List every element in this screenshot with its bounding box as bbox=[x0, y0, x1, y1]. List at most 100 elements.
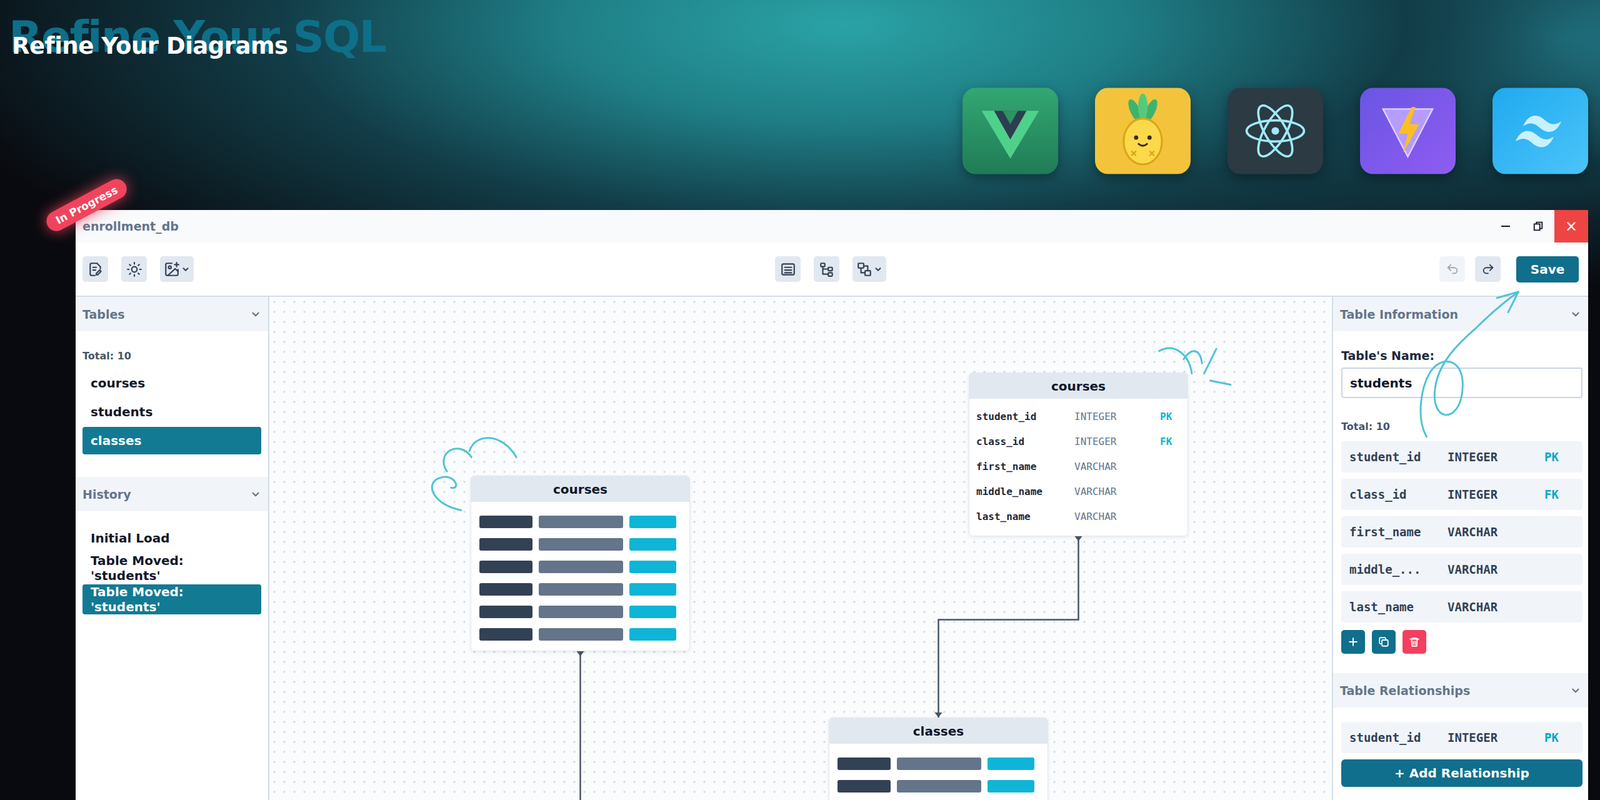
relationship-line[interactable] bbox=[579, 651, 582, 800]
panel-header[interactable]: Table Relationships bbox=[1333, 673, 1589, 708]
table-node[interactable]: courses bbox=[470, 475, 690, 652]
node-column-row: middle_nameVARCHAR bbox=[969, 478, 1188, 504]
table-item[interactable]: classes bbox=[82, 426, 262, 455]
table-item-label: students bbox=[90, 404, 153, 420]
tables-list: Total: 10 courses students classes bbox=[75, 331, 269, 477]
table-item[interactable]: courses bbox=[82, 369, 262, 397]
add-relationship-button[interactable]: + Add Relationship bbox=[1341, 759, 1583, 787]
export-image-button[interactable] bbox=[160, 256, 194, 282]
tailwind-logo-icon bbox=[1492, 87, 1589, 175]
hero-title: Refine Your Diagrams bbox=[11, 32, 289, 60]
column-type: VARCHAR bbox=[1447, 525, 1545, 539]
column-key: PK bbox=[1160, 410, 1188, 423]
table-node[interactable]: coursesstudent_idINTEGERPKclass_idINTEGE… bbox=[968, 372, 1189, 537]
node-title: courses bbox=[553, 481, 608, 497]
placeholder-bar bbox=[479, 515, 533, 529]
column-row[interactable]: first_nameVARCHAR bbox=[1341, 516, 1583, 548]
history-list: Initial LoadTable Moved: 'students'Table… bbox=[75, 511, 269, 629]
restore-button[interactable] bbox=[1521, 210, 1555, 243]
new-script-button[interactable] bbox=[82, 256, 109, 282]
tree-view-button[interactable] bbox=[813, 256, 840, 282]
table-view-button[interactable] bbox=[775, 256, 801, 282]
undo-icon bbox=[1445, 262, 1460, 277]
table-item[interactable]: students bbox=[82, 398, 262, 426]
chevron-down-icon bbox=[873, 265, 883, 274]
column-type: INTEGER bbox=[1074, 435, 1160, 448]
placeholder-row bbox=[837, 752, 1048, 775]
table-node[interactable]: classes bbox=[828, 717, 1049, 800]
save-button[interactable]: Save bbox=[1516, 256, 1579, 283]
column-row[interactable]: last_nameVARCHAR bbox=[1341, 591, 1583, 623]
history-item[interactable]: Initial Load bbox=[82, 524, 262, 552]
placeholder-bar bbox=[837, 757, 891, 770]
placeholder-bar bbox=[987, 780, 1035, 793]
chevron-down-icon bbox=[250, 488, 262, 500]
column-row[interactable]: middle_...VARCHAR bbox=[1341, 553, 1583, 585]
placeholder-bar bbox=[896, 780, 982, 793]
column-row[interactable]: class_idINTEGERFK bbox=[1341, 478, 1583, 510]
toolbar-right: Save bbox=[886, 256, 1579, 283]
node-column-row: class_idINTEGERFK bbox=[969, 428, 1188, 454]
toolbar: Save bbox=[75, 242, 1589, 297]
edge-start-marker bbox=[1075, 536, 1083, 542]
tech-logos bbox=[962, 87, 1589, 175]
diagram-canvas[interactable]: courses coursesstudent_idINTEGERPKclass_i… bbox=[269, 296, 1332, 800]
column-type: VARCHAR bbox=[1074, 485, 1160, 498]
column-type: INTEGER bbox=[1447, 730, 1545, 745]
table-item-label: courses bbox=[90, 375, 145, 391]
tables-total: Total: 10 bbox=[82, 350, 262, 362]
layout-icon bbox=[856, 261, 873, 278]
redo-button[interactable] bbox=[1475, 256, 1501, 282]
panel-header[interactable]: Table Information bbox=[1333, 296, 1589, 332]
history-item[interactable]: Table Moved: 'students' bbox=[82, 584, 262, 615]
left-sidebar: Tables Total: 10 courses students classes His… bbox=[75, 296, 270, 800]
column-name: first_name bbox=[976, 460, 1075, 473]
column-key: FK bbox=[1544, 487, 1583, 502]
placeholder-bar bbox=[538, 538, 624, 551]
placeholder-bar bbox=[479, 605, 533, 619]
history-item-label: Table Moved: 'students' bbox=[90, 584, 254, 615]
column-actions bbox=[1341, 630, 1583, 654]
placeholder-bar bbox=[629, 538, 677, 551]
placeholder-row bbox=[479, 578, 690, 601]
panel-title: Table Information bbox=[1340, 307, 1459, 322]
history-item[interactable]: Table Moved: 'students' bbox=[82, 553, 262, 584]
electron-logo-icon bbox=[1227, 87, 1324, 175]
tree-icon bbox=[818, 261, 835, 278]
relationship-line[interactable] bbox=[938, 536, 1079, 718]
add-column-button[interactable] bbox=[1341, 630, 1365, 654]
placeholder-bar bbox=[538, 628, 624, 641]
placeholder-row bbox=[479, 600, 690, 624]
layout-button[interactable] bbox=[852, 256, 887, 282]
column-type: INTEGER bbox=[1447, 450, 1545, 464]
close-button[interactable]: × bbox=[1554, 210, 1589, 243]
toolbar-left bbox=[82, 256, 775, 282]
placeholder-bar bbox=[629, 560, 677, 574]
column-row[interactable]: student_idINTEGERPK bbox=[1341, 441, 1583, 473]
delete-column-button[interactable] bbox=[1402, 630, 1427, 654]
relationship-row[interactable]: student_idINTEGERPK bbox=[1341, 721, 1583, 754]
panel-header[interactable]: History bbox=[75, 476, 269, 512]
column-type: INTEGER bbox=[1447, 487, 1545, 502]
column-name: middle_... bbox=[1349, 562, 1448, 577]
panel-title: History bbox=[82, 487, 132, 502]
placeholder-bar bbox=[629, 605, 677, 619]
table-name-input[interactable] bbox=[1341, 367, 1583, 399]
placeholder-bar bbox=[479, 628, 533, 641]
duplicate-column-button[interactable] bbox=[1371, 630, 1396, 654]
vue-logo-icon bbox=[962, 87, 1059, 175]
theme-button[interactable] bbox=[121, 256, 147, 282]
placeholder-bar bbox=[479, 560, 533, 574]
panel-title: Table Relationships bbox=[1340, 683, 1470, 698]
undo-button[interactable] bbox=[1439, 256, 1465, 282]
list-icon bbox=[780, 261, 797, 278]
placeholder-bar bbox=[629, 628, 677, 641]
column-name: first_name bbox=[1349, 525, 1448, 539]
columns-total: Total: 10 bbox=[1341, 420, 1583, 433]
hero-banner: Refine Your SQLRefine Your Diagrams bbox=[0, 0, 1600, 210]
column-type: VARCHAR bbox=[1447, 562, 1545, 577]
panel-header[interactable]: Tables bbox=[75, 296, 269, 332]
relationships: student_idINTEGERPK + Add Relationship bbox=[1333, 707, 1589, 787]
minimize-button[interactable] bbox=[1489, 210, 1522, 243]
column-name: student_id bbox=[1349, 450, 1448, 464]
